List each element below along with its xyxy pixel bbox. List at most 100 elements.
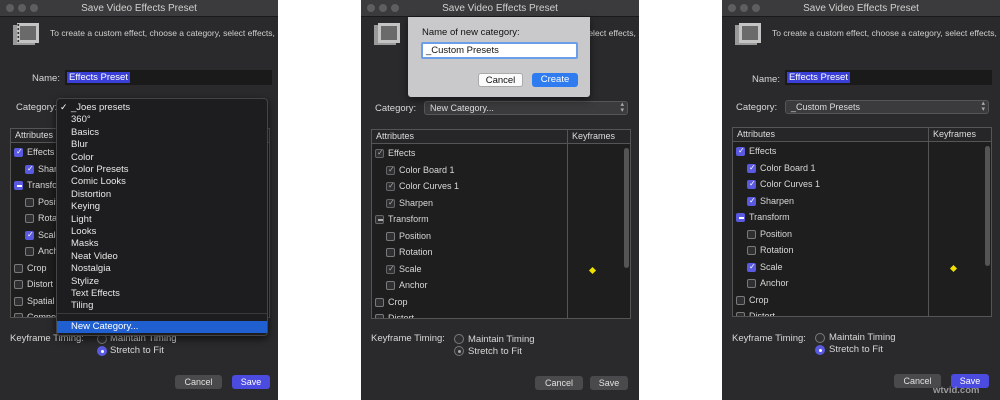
menu-item[interactable]: Nostalgia: [71, 263, 111, 275]
attribute-checkbox[interactable]: [14, 181, 23, 190]
attribute-checkbox[interactable]: [386, 231, 395, 241]
dialog-create-button[interactable]: Create: [532, 73, 578, 87]
menu-item-label: New Category...: [71, 321, 139, 332]
attribute-checkbox[interactable]: [25, 230, 34, 240]
menu-item[interactable]: _Joes presets: [71, 102, 130, 114]
category-name-input-value: _Custom Presets: [426, 45, 499, 56]
menu-item[interactable]: Basics: [71, 127, 99, 139]
keyframe-timing-label: Keyframe Timing:: [732, 333, 806, 344]
attribute-row[interactable]: Rotation: [733, 244, 923, 260]
attribute-checkbox[interactable]: [747, 179, 756, 189]
category-popup[interactable]: New Category... ▴ ▾: [424, 101, 628, 115]
attribute-checkbox[interactable]: [375, 215, 384, 224]
cancel-button[interactable]: Cancel: [535, 376, 583, 390]
attribute-row[interactable]: Distort: [733, 310, 923, 316]
attribute-row[interactable]: Position: [372, 230, 562, 246]
maintain-timing-radio[interactable]: [454, 334, 464, 344]
attribute-row[interactable]: Color Curves 1: [372, 180, 562, 196]
menu-item[interactable]: Color: [71, 152, 94, 164]
stretch-to-fit-radio[interactable]: [815, 345, 825, 355]
attribute-checkbox[interactable]: [747, 246, 756, 255]
attribute-row[interactable]: Rotation: [372, 246, 562, 262]
menu-item[interactable]: Looks: [71, 226, 96, 238]
attribute-checkbox[interactable]: [736, 146, 745, 156]
attribute-checkbox[interactable]: [375, 297, 384, 307]
menu-item[interactable]: Masks: [71, 238, 98, 250]
attribute-row[interactable]: Transform: [733, 211, 923, 227]
attribute-checkbox[interactable]: [25, 214, 34, 223]
menu-item[interactable]: Color Presets: [71, 164, 129, 176]
attribute-checkbox[interactable]: [747, 196, 756, 206]
menu-item-new-category[interactable]: New Category...: [57, 321, 267, 333]
attributes-column-header: Attributes: [737, 129, 776, 139]
menu-item[interactable]: Blur: [71, 139, 88, 151]
maintain-timing-radio[interactable]: [815, 333, 825, 343]
attribute-checkbox[interactable]: [386, 248, 395, 257]
attribute-row[interactable]: Anchor: [372, 279, 562, 295]
attribute-row[interactable]: Scale: [372, 263, 562, 279]
attribute-checkbox[interactable]: [14, 147, 23, 157]
scrollbar[interactable]: [985, 146, 990, 266]
save-button[interactable]: Save: [590, 376, 628, 390]
attribute-row[interactable]: Transform: [372, 213, 562, 229]
attribute-checkbox[interactable]: [14, 263, 23, 273]
attribute-checkbox[interactable]: [386, 281, 395, 290]
attribute-checkbox[interactable]: [14, 313, 23, 317]
attribute-checkbox[interactable]: [25, 197, 34, 207]
attribute-checkbox[interactable]: [747, 163, 756, 173]
category-popup[interactable]: _Custom Presets ▴ ▾: [785, 100, 989, 114]
menu-item[interactable]: Comic Looks: [71, 176, 126, 188]
attribute-label: Rotation: [760, 245, 794, 255]
name-field[interactable]: Effects Preset: [785, 70, 992, 85]
attribute-checkbox[interactable]: [747, 279, 756, 288]
menu-item[interactable]: Tiling: [71, 300, 93, 312]
attribute-checkbox[interactable]: [375, 148, 384, 158]
column-divider: [928, 128, 929, 316]
menu-item[interactable]: Neat Video: [71, 251, 118, 263]
attribute-row[interactable]: Sharpen: [733, 195, 923, 211]
attribute-checkbox[interactable]: [25, 164, 34, 174]
attribute-row[interactable]: Crop: [372, 296, 562, 312]
attribute-checkbox[interactable]: [736, 312, 745, 316]
attribute-row[interactable]: Color Board 1: [372, 164, 562, 180]
attribute-checkbox[interactable]: [14, 280, 23, 289]
cancel-button[interactable]: Cancel: [175, 375, 222, 389]
attribute-checkbox[interactable]: [386, 165, 395, 175]
attribute-row[interactable]: Color Board 1: [733, 162, 923, 178]
attribute-row[interactable]: Anchor: [733, 277, 923, 293]
menu-item[interactable]: 360°: [71, 114, 91, 126]
attribute-checkbox[interactable]: [386, 264, 395, 274]
stretch-to-fit-radio[interactable]: [97, 346, 107, 356]
menu-item[interactable]: Light: [71, 214, 92, 226]
attribute-row[interactable]: Distort: [372, 312, 562, 318]
preset-window-new-category-dialog: Save Video Effects Preset To create a cu…: [361, 0, 639, 400]
menu-item[interactable]: Text Effects: [71, 288, 120, 300]
scrollbar[interactable]: [624, 148, 629, 268]
attribute-checkbox[interactable]: [14, 296, 23, 306]
attribute-row[interactable]: Position: [733, 228, 923, 244]
menu-item[interactable]: Distortion: [71, 189, 111, 201]
attribute-row[interactable]: Effects: [733, 145, 923, 161]
attribute-checkbox[interactable]: [747, 229, 756, 239]
menu-item[interactable]: Keying: [71, 201, 100, 213]
attribute-checkbox[interactable]: [747, 262, 756, 272]
name-field[interactable]: Effects Preset: [65, 70, 272, 85]
attribute-checkbox[interactable]: [736, 213, 745, 222]
attribute-checkbox[interactable]: [386, 198, 395, 208]
attribute-row[interactable]: Scale: [733, 261, 923, 277]
attribute-checkbox[interactable]: [736, 295, 745, 305]
attribute-row[interactable]: Crop: [733, 294, 923, 310]
attribute-checkbox[interactable]: [375, 314, 384, 318]
save-button[interactable]: Save: [232, 375, 270, 389]
stretch-to-fit-radio[interactable]: [454, 346, 464, 356]
dialog-cancel-button[interactable]: Cancel: [478, 73, 523, 87]
title-bar: Save Video Effects Preset: [722, 0, 1000, 17]
table-header: Attributes Keyframes: [372, 130, 630, 144]
attribute-row[interactable]: Sharpen: [372, 197, 562, 213]
category-name-input[interactable]: _Custom Presets: [421, 42, 578, 59]
attribute-checkbox[interactable]: [25, 247, 34, 256]
attribute-row[interactable]: Effects: [372, 147, 562, 163]
attribute-row[interactable]: Color Curves 1: [733, 178, 923, 194]
attribute-checkbox[interactable]: [386, 181, 395, 191]
menu-item[interactable]: Stylize: [71, 276, 99, 288]
